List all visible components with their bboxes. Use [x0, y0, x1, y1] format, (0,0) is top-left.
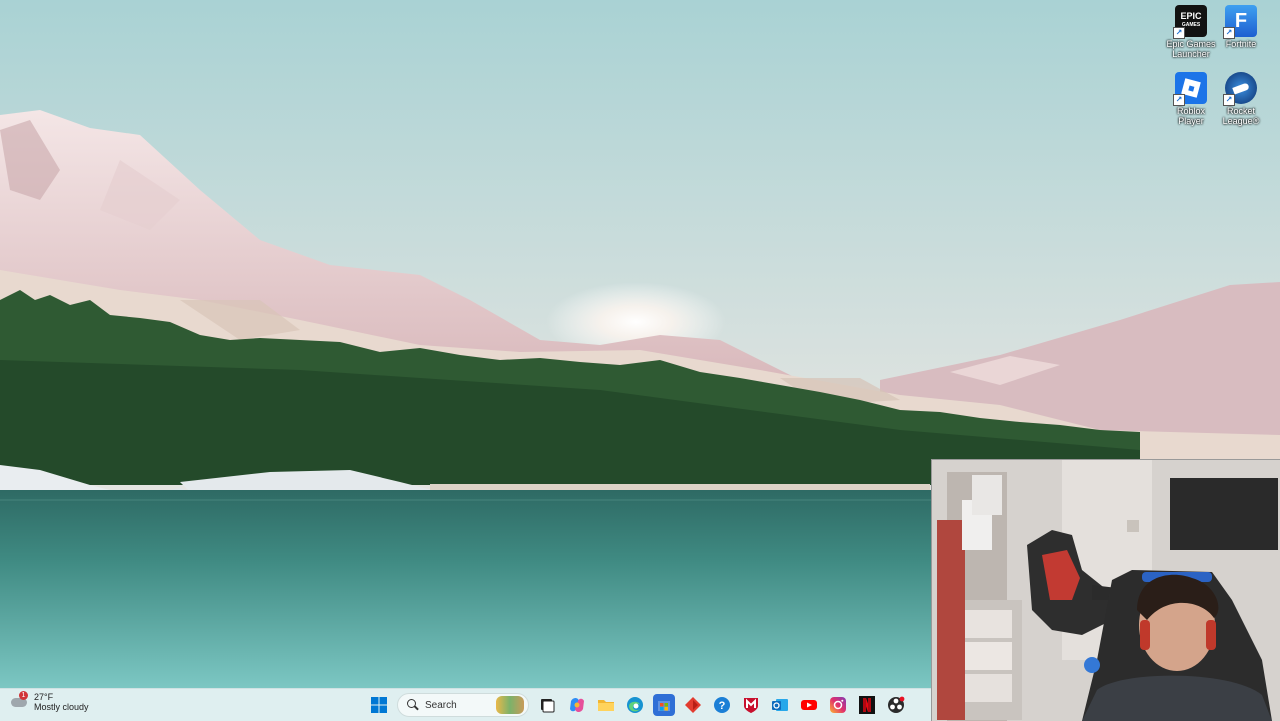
mcafee-button[interactable] [740, 694, 762, 716]
taskbar: 1 27°F Mostly cloudy Search ? [0, 688, 931, 721]
desktop-icon-fortnite[interactable]: F ↗ Fortnite [1213, 5, 1269, 49]
search-placeholder: Search [425, 699, 457, 711]
red-diamond-icon [684, 697, 701, 713]
svg-text:?: ? [718, 700, 725, 712]
netflix-button[interactable] [856, 694, 878, 716]
shortcut-arrow-icon: ↗ [1223, 94, 1235, 106]
help-icon: ? [713, 697, 730, 713]
shortcut-arrow-icon: ↗ [1173, 27, 1185, 39]
edge-icon [626, 697, 643, 713]
webcam-feed [932, 460, 1280, 721]
outlook-icon [771, 699, 788, 711]
netflix-icon [858, 696, 875, 714]
weather-condition: Mostly cloudy [34, 702, 89, 712]
help-button[interactable]: ? [711, 694, 733, 716]
desktop-icon-label: Roblox Player [1176, 106, 1205, 126]
mcafee-icon [743, 698, 758, 713]
desktop-icon-label: Rocket League® [1222, 106, 1260, 126]
cloud-icon: 1 [10, 691, 30, 712]
instagram-button[interactable] [827, 694, 849, 716]
taskbar-search-box[interactable]: Search [397, 693, 529, 717]
desktop-icon-label: Fortnite [1225, 39, 1257, 49]
task-view-button[interactable] [537, 694, 559, 716]
desktop-icon-epic-games[interactable]: EPIC GAMES ↗ Epic Games Launcher [1163, 5, 1219, 59]
epic-games-icon: EPIC GAMES ↗ [1173, 5, 1207, 39]
obs-icon [887, 696, 904, 713]
fortnite-mark: F [1234, 9, 1248, 32]
webcam-overlay [931, 459, 1280, 721]
desktop-icon-label: Epic Games Launcher [1166, 39, 1216, 59]
copilot-button[interactable] [566, 694, 588, 716]
folder-icon [597, 700, 614, 711]
edge-button[interactable] [624, 694, 646, 716]
fortnite-icon: F ↗ [1223, 5, 1257, 39]
copilot-icon [569, 698, 584, 712]
search-icon [406, 698, 420, 712]
obs-button[interactable] [885, 694, 907, 716]
search-highlight-icon [496, 696, 524, 714]
outlook-button[interactable] [769, 694, 791, 716]
desktop-icon-roblox[interactable]: ↗ Roblox Player [1163, 72, 1219, 126]
weather-temperature: 27°F [34, 692, 54, 702]
youtube-icon [800, 700, 817, 710]
notification-badge: 1 [19, 691, 28, 700]
taskbar-center: Search ? [364, 693, 910, 717]
store-icon [657, 701, 670, 711]
start-button[interactable] [368, 694, 390, 716]
store-button[interactable] [652, 694, 675, 716]
rocket-league-icon: ↗ [1223, 72, 1257, 106]
epic-games-mark: EPIC [1180, 11, 1202, 21]
task-view-icon [540, 699, 554, 713]
shortcut-arrow-icon: ↗ [1223, 27, 1235, 39]
roblox-icon: ↗ [1173, 72, 1207, 106]
windows-logo-icon [370, 697, 387, 713]
youtube-button[interactable] [798, 694, 820, 716]
weather-widget[interactable]: 1 27°F Mostly cloudy [10, 691, 89, 712]
file-explorer-button[interactable] [595, 694, 617, 716]
red-app-button[interactable] [682, 694, 704, 716]
desktop-icon-rocket-league[interactable]: ↗ Rocket League® [1213, 72, 1269, 126]
instagram-icon [829, 697, 846, 713]
shortcut-arrow-icon: ↗ [1173, 94, 1185, 106]
